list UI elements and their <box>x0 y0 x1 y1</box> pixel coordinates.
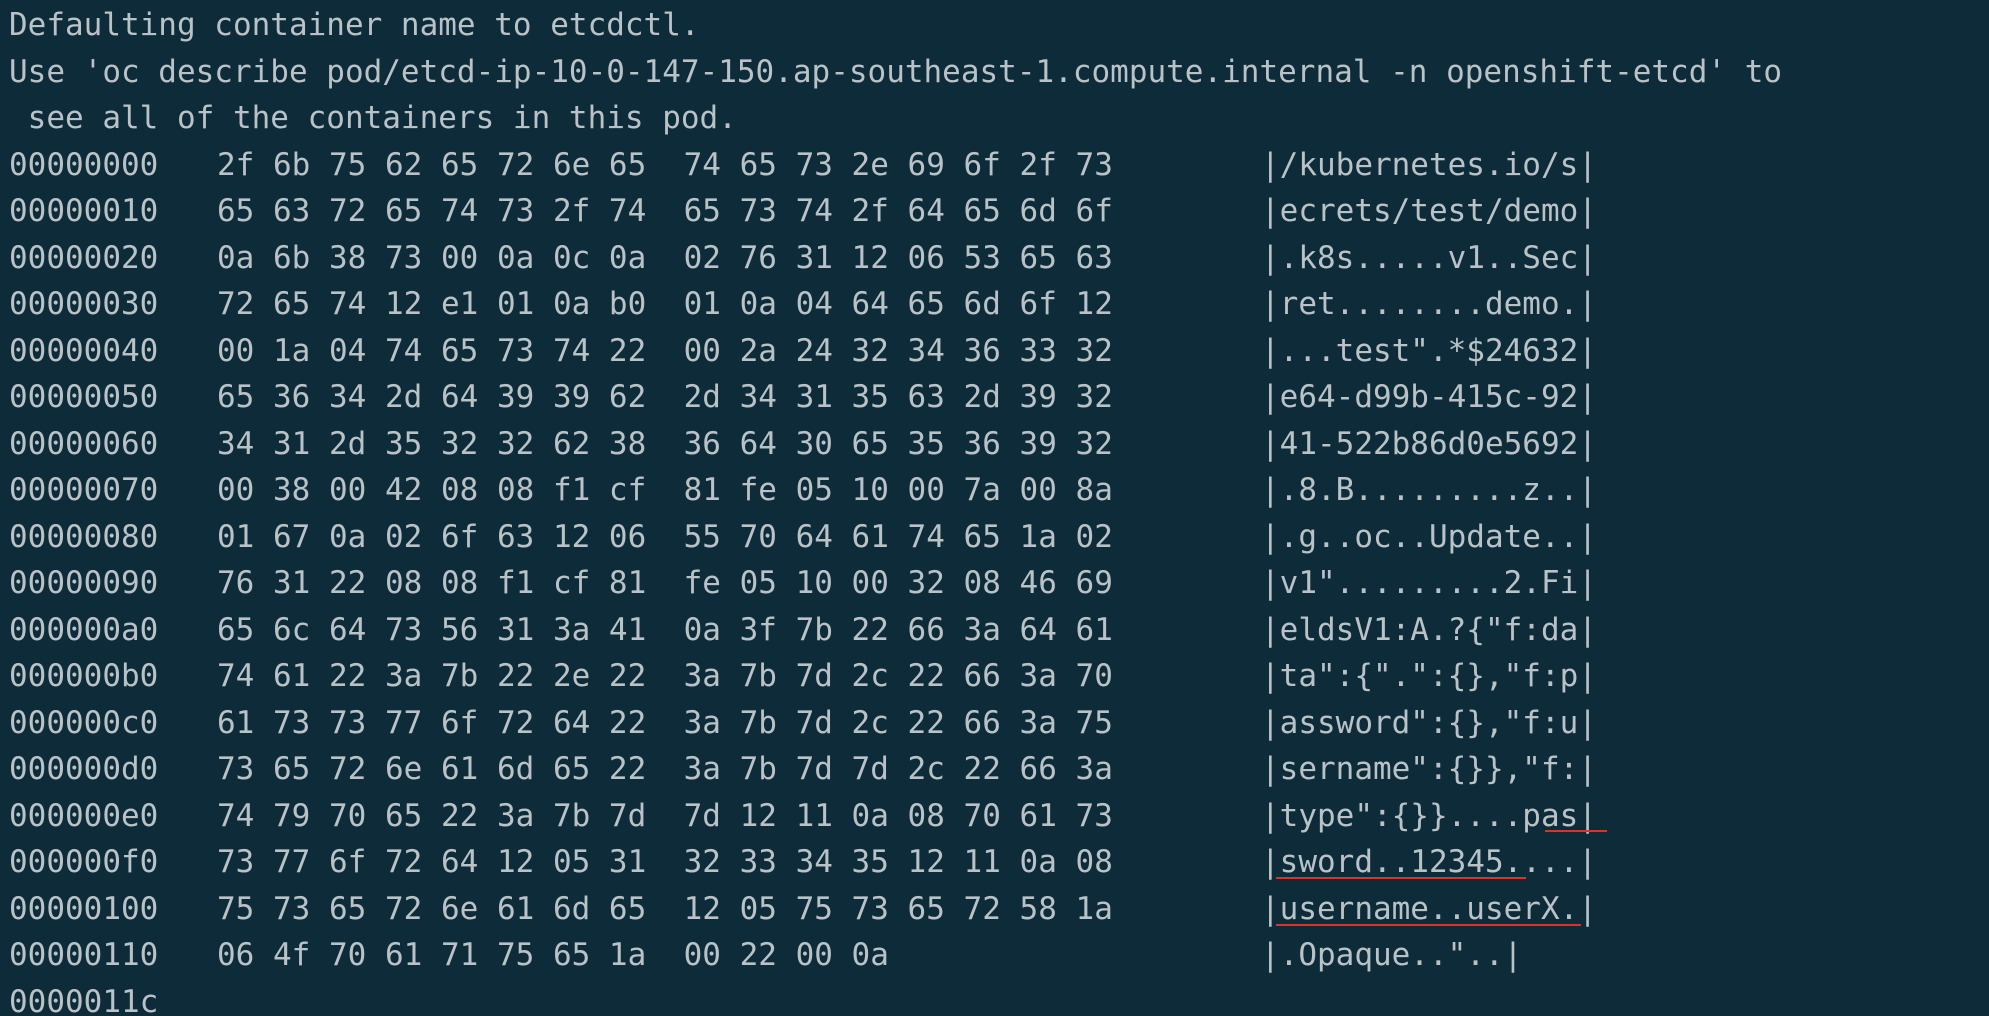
row-hex-bytes: 76 31 22 08 08 f1 cf 81 fe 05 10 00 32 0… <box>217 565 1113 601</box>
hexdump-row: 00000060 34 31 2d 35 32 32 62 38 36 64 3… <box>9 421 1989 468</box>
row-ascii: |sername":{}},"f:| <box>1261 751 1597 787</box>
row-offset: 000000c0 <box>9 704 159 741</box>
hexdump-row: 00000040 00 1a 04 74 65 73 74 22 00 2a 2… <box>9 328 1989 375</box>
row-ascii: |ta":{".":{},"f:p| <box>1261 658 1597 694</box>
hexdump-row: 000000a0 65 6c 64 73 56 31 3a 41 0a 3f 7… <box>9 607 1989 654</box>
hexdump-row: 000000c0 61 73 73 77 6f 72 64 22 3a 7b 7… <box>9 700 1989 747</box>
row-offset: 000000f0 <box>9 844 159 880</box>
hexdump-row: 00000090 76 31 22 08 08 f1 cf 81 fe 05 1… <box>9 560 1989 607</box>
row-offset: 00000100 <box>9 890 159 927</box>
hexdump-row: 00000000 2f 6b 75 62 65 72 6e 65 74 65 7… <box>9 142 1989 189</box>
row-offset: 00000010 <box>9 193 159 229</box>
row-hex-bytes: 72 65 74 12 e1 01 0a b0 01 0a 04 64 65 6… <box>217 286 1113 322</box>
row-hex-bytes: 06 4f 70 61 71 75 65 1a 00 22 00 0a <box>217 937 889 973</box>
row-offset: 00000000 <box>9 146 159 183</box>
row-ascii: |v1".........2.Fi| <box>1261 565 1597 601</box>
row-offset: 000000d0 <box>9 751 159 787</box>
row-hex-bytes: 0a 6b 38 73 00 0a 0c 0a 02 76 31 12 06 5… <box>217 239 1113 276</box>
row-hex-bytes: 65 6c 64 73 56 31 3a 41 0a 3f 7b 22 66 3… <box>217 611 1113 648</box>
row-ascii: |ret........demo.| <box>1261 286 1597 322</box>
hexdump-row: 00000110 06 4f 70 61 71 75 65 1a 00 22 0… <box>9 932 1989 979</box>
row-hex-bytes: 01 67 0a 02 6f 63 12 06 55 70 64 61 74 6… <box>217 518 1113 555</box>
row-offset: 00000020 <box>9 239 159 276</box>
row-offset: 00000060 <box>9 425 159 462</box>
hexdump-row: 00000100 75 73 65 72 6e 61 6d 65 12 05 7… <box>9 886 1989 933</box>
row-offset: 00000090 <box>9 565 159 601</box>
hexdump-row: 000000e0 74 79 70 65 22 3a 7b 7d 7d 12 1… <box>9 793 1989 840</box>
row-ascii: |...test".*$24632| <box>1261 332 1597 369</box>
row-hex-bytes: 65 36 34 2d 64 39 39 62 2d 34 31 35 63 2… <box>217 379 1113 415</box>
row-ascii: |ecrets/test/demo| <box>1261 193 1597 229</box>
row-ascii: |username..userX.| <box>1261 890 1597 927</box>
terminal-window[interactable]: Defaulting container name to etcdctl. Us… <box>0 0 1989 1016</box>
row-offset: 000000e0 <box>9 797 159 834</box>
hexdump-row: 00000030 72 65 74 12 e1 01 0a b0 01 0a 0… <box>9 281 1989 328</box>
row-hex-bytes: 61 73 73 77 6f 72 64 22 3a 7b 7d 2c 22 6… <box>217 704 1113 741</box>
row-ascii: |eldsV1:A.?{"f:da| <box>1261 611 1597 648</box>
hexdump-row: 00000080 01 67 0a 02 6f 63 12 06 55 70 6… <box>9 514 1989 561</box>
row-offset: 00000030 <box>9 286 159 322</box>
row-offset: 00000070 <box>9 472 159 508</box>
hexdump-row: 00000020 0a 6b 38 73 00 0a 0c 0a 02 76 3… <box>9 235 1989 282</box>
message-line-2: Use 'oc describe pod/etcd-ip-10-0-147-15… <box>9 53 1783 90</box>
row-ascii: |e64-d99b-415c-92| <box>1261 379 1597 415</box>
row-hex-bytes: 34 31 2d 35 32 32 62 38 36 64 30 65 35 3… <box>217 425 1113 462</box>
row-hex-bytes: 73 77 6f 72 64 12 05 31 32 33 34 35 12 1… <box>217 844 1113 880</box>
row-hex-bytes: 65 63 72 65 74 73 2f 74 65 73 74 2f 64 6… <box>217 193 1113 229</box>
row-offset: 00000110 <box>9 937 159 973</box>
row-hex-bytes: 75 73 65 72 6e 61 6d 65 12 05 75 73 65 7… <box>217 890 1113 927</box>
row-hex-bytes: 00 1a 04 74 65 73 74 22 00 2a 24 32 34 3… <box>217 332 1113 369</box>
hexdump-row: 000000f0 73 77 6f 72 64 12 05 31 32 33 3… <box>9 839 1989 886</box>
row-hex-bytes: 2f 6b 75 62 65 72 6e 65 74 65 73 2e 69 6… <box>217 146 1113 183</box>
row-ascii: |.8.B.........z..| <box>1261 472 1597 508</box>
row-ascii: |.Opaque.."..| <box>1261 937 1523 973</box>
hexdump-row: 00000070 00 38 00 42 08 08 f1 cf 81 fe 0… <box>9 467 1989 514</box>
message-line-3: see all of the containers in this pod. <box>9 100 737 136</box>
row-ascii: |type":{}}....pas| <box>1261 797 1597 834</box>
row-ascii: |41-522b86d0e5692| <box>1261 425 1597 462</box>
hexdump-row: 00000050 65 36 34 2d 64 39 39 62 2d 34 3… <box>9 374 1989 421</box>
row-hex-bytes: 00 38 00 42 08 08 f1 cf 81 fe 05 10 00 7… <box>217 472 1113 508</box>
row-offset: 00000040 <box>9 332 159 369</box>
row-offset: 00000050 <box>9 379 159 415</box>
hexdump-row: 00000010 65 63 72 65 74 73 2f 74 65 73 7… <box>9 188 1989 235</box>
hexdump-row: 000000b0 74 61 22 3a 7b 22 2e 22 3a 7b 7… <box>9 653 1989 700</box>
row-ascii: |/kubernetes.io/s| <box>1261 146 1597 183</box>
row-hex-bytes: 74 61 22 3a 7b 22 2e 22 3a 7b 7d 2c 22 6… <box>217 658 1113 694</box>
row-ascii: |assword":{},"f:u| <box>1261 704 1597 741</box>
hexdump-row: 000000d0 73 65 72 6e 61 6d 65 22 3a 7b 7… <box>9 746 1989 793</box>
message-line-1: Defaulting container name to etcdctl. <box>9 7 700 43</box>
row-offset: 000000b0 <box>9 658 159 694</box>
row-offset: 000000a0 <box>9 611 159 648</box>
final-offset: 0000011c <box>9 983 159 1016</box>
row-ascii: |.g..oc..Update..| <box>1261 518 1597 555</box>
row-ascii: |.k8s.....v1..Sec| <box>1261 239 1597 276</box>
hexdump-block: 00000000 2f 6b 75 62 65 72 6e 65 74 65 7… <box>9 142 1989 979</box>
row-offset: 00000080 <box>9 518 159 555</box>
row-hex-bytes: 74 79 70 65 22 3a 7b 7d 7d 12 11 0a 08 7… <box>217 797 1113 834</box>
row-hex-bytes: 73 65 72 6e 61 6d 65 22 3a 7b 7d 7d 2c 2… <box>217 751 1113 787</box>
row-ascii: |sword..12345....| <box>1261 844 1597 880</box>
